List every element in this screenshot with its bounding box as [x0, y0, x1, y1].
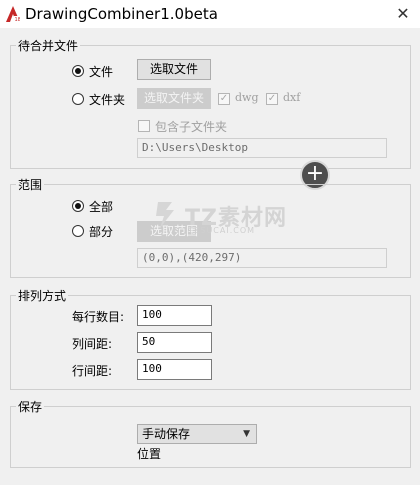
- radio-file-label[interactable]: 文件: [89, 63, 113, 80]
- select-file-button[interactable]: 选取文件: [137, 59, 211, 80]
- dwg-label: dwg: [235, 91, 259, 104]
- range-coords-field[interactable]: (0,0),(420,297): [137, 248, 387, 268]
- include-subfolders-checkbox[interactable]: [138, 120, 150, 132]
- col-spacing-input[interactable]: 50: [137, 332, 212, 353]
- save-mode-value: 手动保存: [142, 427, 191, 441]
- svg-text:18: 18: [15, 17, 21, 22]
- window-title: DrawingCombiner1.0beta: [25, 5, 218, 23]
- per-row-label: 每行数目:: [72, 310, 125, 324]
- chevron-down-icon: ▼: [243, 429, 250, 439]
- per-row-input[interactable]: 100: [137, 305, 212, 326]
- radio-part-label[interactable]: 部分: [89, 223, 113, 240]
- save-mode-select[interactable]: 手动保存 ▼: [137, 424, 257, 444]
- radio-file[interactable]: [72, 65, 84, 77]
- close-icon[interactable]: ✕: [392, 4, 414, 24]
- dxf-label: dxf: [283, 91, 301, 104]
- path-field[interactable]: D:\Users\Desktop: [137, 138, 387, 158]
- autocad-icon: 18: [6, 6, 21, 23]
- radio-folder[interactable]: [72, 93, 84, 105]
- radio-folder-label[interactable]: 文件夹: [89, 91, 125, 108]
- row-spacing-label: 行间距:: [72, 364, 113, 378]
- row-spacing-input[interactable]: 100: [137, 359, 212, 380]
- watermark-logo-icon: [152, 200, 176, 230]
- col-spacing-label: 列间距:: [72, 337, 113, 351]
- save-group-title: 保存: [16, 398, 45, 415]
- dwg-checkbox[interactable]: ✓: [218, 93, 230, 105]
- arrangement-group-title: 排列方式: [16, 287, 69, 304]
- radio-all[interactable]: [72, 200, 84, 212]
- merge-files-group-title: 待合并文件: [16, 37, 81, 54]
- dxf-checkbox[interactable]: ✓: [266, 93, 278, 105]
- include-subfolders-label: 包含子文件夹: [155, 120, 228, 134]
- save-location-label: 位置: [137, 447, 162, 461]
- watermark-subtext: TZSUCAI.COM: [188, 226, 256, 235]
- radio-all-label[interactable]: 全部: [89, 198, 113, 215]
- range-group-title: 范围: [16, 176, 45, 193]
- select-folder-button[interactable]: 选取文件夹: [137, 88, 211, 109]
- radio-part[interactable]: [72, 225, 84, 237]
